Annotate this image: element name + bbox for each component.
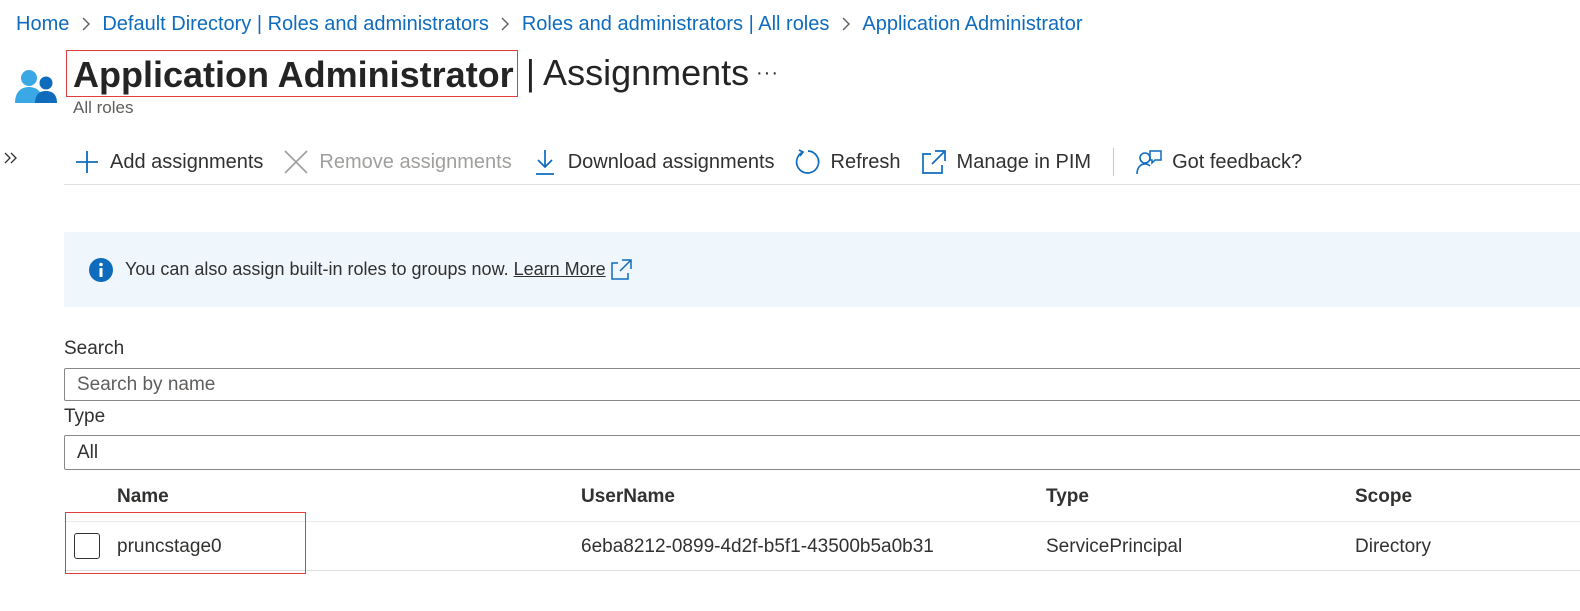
info-banner: You can also assign built-in roles to gr… (64, 232, 1580, 307)
toolbar-divider (1113, 148, 1115, 176)
refresh-label: Refresh (830, 150, 901, 173)
role-assignments-page: Home Default Directory | Roles and admin… (0, 0, 1580, 611)
external-link-icon (921, 149, 947, 175)
remove-assignments-button[interactable]: Remove assignments (273, 142, 521, 182)
manage-in-pim-button[interactable]: Manage in PIM (911, 142, 1102, 182)
table-row[interactable]: pruncstage0 6eba8212-0899-4d2f-b5f1-4350… (64, 512, 1580, 574)
refresh-button[interactable]: Refresh (785, 142, 911, 182)
refresh-icon (795, 149, 821, 175)
external-link-icon (610, 258, 632, 280)
search-field (64, 368, 1580, 401)
row-checkbox[interactable] (74, 533, 100, 559)
close-icon (283, 149, 309, 175)
breadcrumb-all-roles[interactable]: Roles and administrators | All roles (522, 13, 830, 36)
add-assignments-label: Add assignments (110, 150, 264, 173)
expand-sidebar-icon[interactable] (2, 148, 20, 168)
type-selected-value: All (77, 441, 99, 463)
breadcrumb-application-administrator[interactable]: Application Administrator (862, 13, 1082, 36)
users-role-icon (14, 68, 58, 104)
column-header-scope[interactable]: Scope (1355, 486, 1412, 508)
learn-more-link[interactable]: Learn More (514, 259, 606, 280)
page-title: Application Administrator | Assignments (66, 48, 749, 98)
manage-in-pim-label: Manage in PIM (956, 150, 1092, 173)
breadcrumb: Home Default Directory | Roles and admin… (16, 11, 1083, 37)
cell-scope: Directory (1355, 536, 1432, 557)
column-header-type[interactable]: Type (1046, 486, 1089, 508)
column-header-username[interactable]: UserName (581, 486, 675, 508)
feedback-icon (1136, 149, 1162, 175)
role-title: Application Administrator (66, 49, 518, 97)
column-header-name[interactable]: Name (117, 486, 169, 508)
search-input[interactable] (77, 369, 1580, 400)
download-assignments-label: Download assignments (567, 150, 775, 173)
cell-username: 6eba8212-0899-4d2f-b5f1-43500b5a0b31 (581, 536, 934, 557)
remove-assignments-label: Remove assignments (319, 150, 512, 173)
breadcrumb-home[interactable]: Home (16, 13, 69, 36)
cell-type: ServicePrincipal (1046, 536, 1183, 557)
feedback-label: Got feedback? (1172, 150, 1303, 173)
add-assignments-button[interactable]: Add assignments (64, 142, 273, 182)
banner-text: You can also assign built-in roles to gr… (125, 259, 509, 279)
search-label: Search (64, 338, 125, 359)
page-subtitle: All roles (73, 98, 134, 117)
command-bar: Add assignments Remove assignments Downl… (64, 140, 1580, 185)
download-assignments-button[interactable]: Download assignments (522, 142, 785, 182)
cell-name: pruncstage0 (117, 536, 222, 557)
chevron-right-icon (69, 13, 102, 36)
type-label: Type (64, 406, 106, 427)
chevron-right-icon (829, 13, 862, 36)
info-icon (89, 257, 113, 282)
download-icon (532, 149, 558, 175)
type-dropdown[interactable]: All (64, 435, 1580, 470)
plus-icon (74, 149, 100, 175)
page-title-suffix: | Assignments (525, 52, 750, 93)
breadcrumb-default-directory[interactable]: Default Directory | Roles and administra… (102, 13, 488, 36)
chevron-right-icon (489, 13, 522, 36)
feedback-button[interactable]: Got feedback? (1126, 142, 1312, 182)
more-options-button[interactable]: ··· (756, 62, 779, 85)
